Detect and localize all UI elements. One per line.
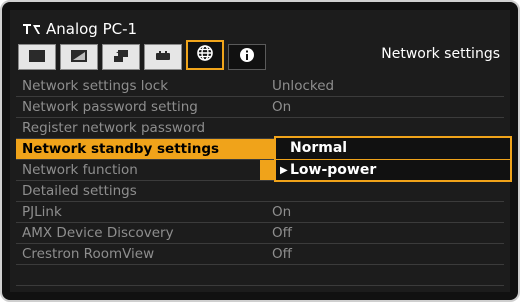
network-globe-icon <box>196 44 214 66</box>
tab-network[interactable] <box>186 40 224 70</box>
input-header: Analog PC-1 <box>22 16 137 42</box>
osd-panel: Analog PC-1 Network settings Network set… <box>10 10 512 292</box>
input-source-label: Analog PC-1 <box>46 20 138 38</box>
menu-item-value: On <box>272 204 292 220</box>
menu-item-network-password-setting[interactable]: Network password setting On <box>16 97 504 118</box>
screen-icon <box>28 48 46 67</box>
settings-menu: Network settings lock Unlocked Network p… <box>16 76 504 300</box>
system-icon <box>154 48 172 67</box>
standby-options-popup: Normal ▶ Low-power <box>274 136 512 182</box>
menu-item-label: Network settings lock <box>22 78 169 94</box>
tab-title: Network settings <box>381 46 500 62</box>
tab-image-adjust[interactable] <box>60 44 98 70</box>
option-normal[interactable]: Normal <box>276 138 510 159</box>
menu-item-amx-device-discovery[interactable]: AMX Device Discovery Off <box>16 223 504 244</box>
menu-item-pjlink[interactable]: PJLink On <box>16 202 504 223</box>
menu-item-label: Network function <box>22 162 138 178</box>
current-selection-arrow-icon: ▶ <box>280 165 288 176</box>
menu-item-value: Unlocked <box>272 78 335 94</box>
menu-item-label: Detailed settings <box>22 183 137 199</box>
menu-item-detailed-settings[interactable]: Detailed settings <box>16 181 504 202</box>
image-adjust-icon <box>70 48 88 67</box>
menu-item-crestron-roomview[interactable]: Crestron RoomView Off <box>16 244 504 265</box>
menu-item-label: Network password setting <box>22 99 198 115</box>
menu-item-label: Register network password <box>22 120 206 136</box>
menu-item-label: Crestron RoomView <box>22 246 155 262</box>
option-label: Low-power <box>290 162 377 178</box>
menu-item-label: AMX Device Discovery <box>22 225 174 241</box>
menu-item-value: On <box>272 99 292 115</box>
option-low-power[interactable]: ▶ Low-power <box>276 159 510 181</box>
menu-empty-row <box>16 265 504 286</box>
tab-system[interactable] <box>144 44 182 70</box>
menu-item-value: Off <box>272 246 292 262</box>
install-icon <box>112 48 130 67</box>
menu-tabs <box>18 40 266 70</box>
menu-empty-row <box>16 286 504 300</box>
tab-info[interactable] <box>228 44 266 70</box>
option-label: Normal <box>290 140 348 156</box>
projector-osd: Analog PC-1 Network settings Network set… <box>0 0 520 302</box>
menu-item-value: Off <box>272 225 292 241</box>
menu-item-network-settings-lock[interactable]: Network settings lock Unlocked <box>16 76 504 97</box>
tab-install[interactable] <box>102 44 140 70</box>
tab-screen[interactable] <box>18 44 56 70</box>
menu-item-label: Network standby settings <box>22 141 220 157</box>
menu-item-label: PJLink <box>22 204 62 220</box>
info-icon <box>239 47 255 67</box>
input-source-icon <box>22 21 42 37</box>
